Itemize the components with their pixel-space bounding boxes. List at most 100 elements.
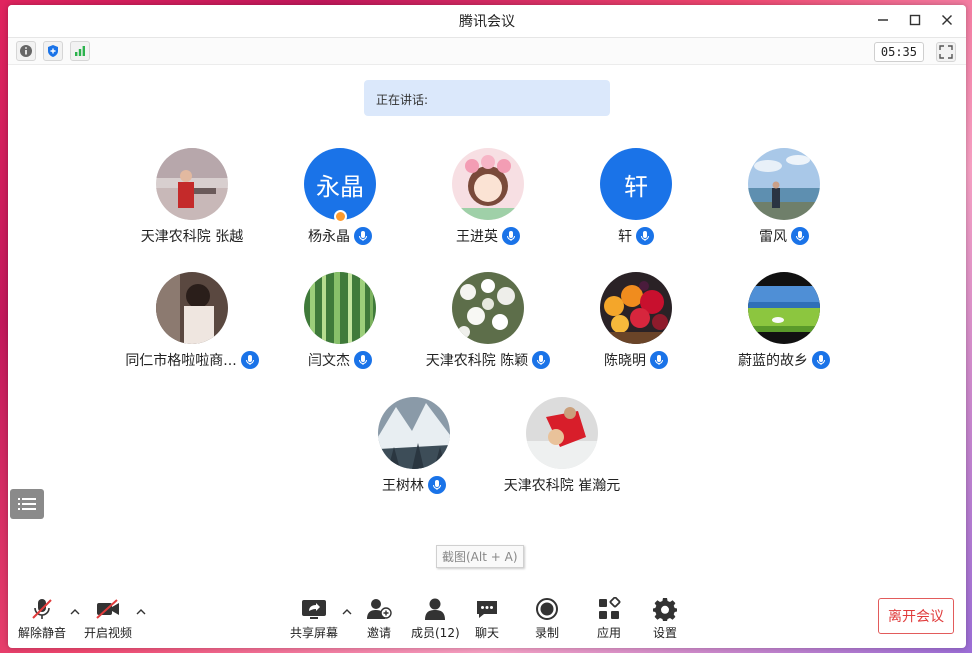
- avatar: [304, 272, 376, 344]
- window-title: 腾讯会议: [459, 14, 515, 30]
- apps-label: 应用: [597, 626, 622, 640]
- settings-button[interactable]: 设置: [653, 596, 677, 641]
- avatar: [452, 272, 524, 344]
- meeting-info-bar: 05:35: [8, 37, 966, 65]
- participant-name: 闫文杰: [308, 353, 350, 369]
- record-label: 录制: [535, 626, 560, 640]
- unmute-button[interactable]: 解除静音: [18, 596, 66, 641]
- mic-icon: [354, 227, 372, 245]
- gear-icon: [653, 598, 677, 621]
- avatar: [748, 272, 820, 344]
- avatar: [156, 148, 228, 220]
- avatar: 轩: [600, 148, 672, 220]
- mic-icon: [428, 476, 446, 494]
- mic-muted-icon: [32, 599, 52, 619]
- member-list-toggle-button[interactable]: [10, 489, 44, 519]
- person-photo-icon: [526, 397, 598, 469]
- close-icon: [942, 15, 952, 25]
- avatar: [156, 272, 228, 344]
- participant-name-row: 蔚蓝的故乡: [684, 350, 884, 370]
- avatar: [378, 397, 450, 469]
- start-video-label: 开启视频: [84, 626, 133, 640]
- avatar-initials: 轩: [624, 172, 648, 201]
- close-button[interactable]: [940, 13, 954, 27]
- participant-name-row: 雷风: [684, 226, 884, 246]
- cartoon-girl-icon: [452, 148, 524, 220]
- fullscreen-button[interactable]: [936, 42, 956, 62]
- participant-name: 陈晓明: [604, 353, 646, 369]
- participant-name: 王树林: [382, 478, 424, 494]
- flowers-photo-icon: [452, 272, 524, 344]
- chat-label: 聊天: [475, 626, 500, 640]
- mic-icon: [650, 351, 668, 369]
- video-options-caret[interactable]: [136, 608, 146, 619]
- meeting-window: 腾讯会议 05:35 正在讲话: 天津农科院 张越 永晶 杨永晶 王进英 轩 轩…: [8, 5, 966, 648]
- network-button[interactable]: [70, 41, 90, 61]
- share-options-caret[interactable]: [342, 608, 352, 619]
- bottom-toolbar: 解除静音 开启视频 共享屏幕 邀请 成员(12) 聊天 录制 应用 设置 离开会…: [8, 590, 966, 648]
- participant-name: 杨永晶: [308, 229, 350, 245]
- avatar: [748, 148, 820, 220]
- person-photo-icon: [156, 272, 228, 344]
- participant-name-row: 天津农科院 崔瀚元: [462, 475, 662, 495]
- grassland-photo-icon: [748, 272, 820, 344]
- start-video-button[interactable]: 开启视频: [84, 596, 132, 641]
- speaking-label: 正在讲话:: [376, 93, 429, 107]
- window-controls: [876, 13, 954, 27]
- mic-icon: [502, 227, 520, 245]
- apps-icon: [599, 597, 621, 619]
- snow-mountain-photo-icon: [378, 397, 450, 469]
- participant-name: 同仁市格啦啦商...: [125, 353, 237, 369]
- avatar: [452, 148, 524, 220]
- participant-name: 天津农科院 崔瀚元: [503, 478, 621, 494]
- chevron-up-icon: [136, 609, 146, 615]
- signal-bars-icon: [75, 46, 85, 56]
- fullscreen-icon: [939, 45, 953, 59]
- add-user-icon: [367, 599, 392, 619]
- participant-name: 雷风: [759, 229, 787, 245]
- record-button[interactable]: 录制: [535, 596, 559, 641]
- chat-button[interactable]: 聊天: [475, 596, 499, 641]
- list-icon: [18, 498, 36, 510]
- shield-icon: [48, 45, 58, 57]
- share-screen-label: 共享屏幕: [290, 626, 339, 640]
- chevron-up-icon: [342, 609, 352, 615]
- participant-name: 王进英: [456, 229, 498, 245]
- participant-name: 天津农科院 陈颖: [425, 353, 529, 369]
- invite-label: 邀请: [366, 626, 391, 640]
- share-screen-button[interactable]: 共享屏幕: [290, 596, 338, 641]
- avatar-initials: 永晶: [316, 172, 364, 201]
- chat-icon: [477, 601, 497, 618]
- participant-name: 轩: [618, 229, 632, 245]
- audio-options-caret[interactable]: [70, 608, 80, 619]
- invite-button[interactable]: 邀请: [366, 596, 392, 641]
- members-button[interactable]: 成员(12): [411, 596, 460, 641]
- mic-icon: [636, 227, 654, 245]
- sea-photo-icon: [748, 148, 820, 220]
- meeting-timer: 05:35: [873, 42, 924, 62]
- participant-tile[interactable]: 天津农科院 崔瀚元: [462, 397, 662, 507]
- security-button[interactable]: [43, 41, 63, 61]
- participant-tile[interactable]: 雷风: [684, 148, 884, 258]
- mic-icon: [791, 227, 809, 245]
- meeting-info-button[interactable]: [16, 41, 36, 61]
- leave-meeting-button[interactable]: 离开会议: [878, 598, 954, 634]
- settings-label: 设置: [653, 626, 678, 640]
- host-badge-icon: [334, 210, 347, 223]
- participant-name: 天津农科院 张越: [140, 229, 244, 245]
- maximize-button[interactable]: [908, 13, 922, 27]
- participant-tile[interactable]: 蔚蓝的故乡: [684, 272, 884, 382]
- maximize-icon: [909, 14, 921, 26]
- person-photo-icon: [156, 148, 228, 220]
- screenshot-tooltip: 截图(Alt + A): [436, 545, 524, 568]
- avatar: [600, 272, 672, 344]
- minimize-button[interactable]: [876, 13, 890, 27]
- apps-button[interactable]: 应用: [597, 596, 621, 641]
- title-bar: 腾讯会议: [8, 5, 966, 37]
- mic-icon: [354, 351, 372, 369]
- members-label: 成员(12): [411, 626, 460, 640]
- minimize-icon: [878, 19, 888, 21]
- fruit-photo-icon: [600, 272, 672, 344]
- unmute-label: 解除静音: [18, 626, 67, 640]
- chevron-up-icon: [70, 609, 80, 615]
